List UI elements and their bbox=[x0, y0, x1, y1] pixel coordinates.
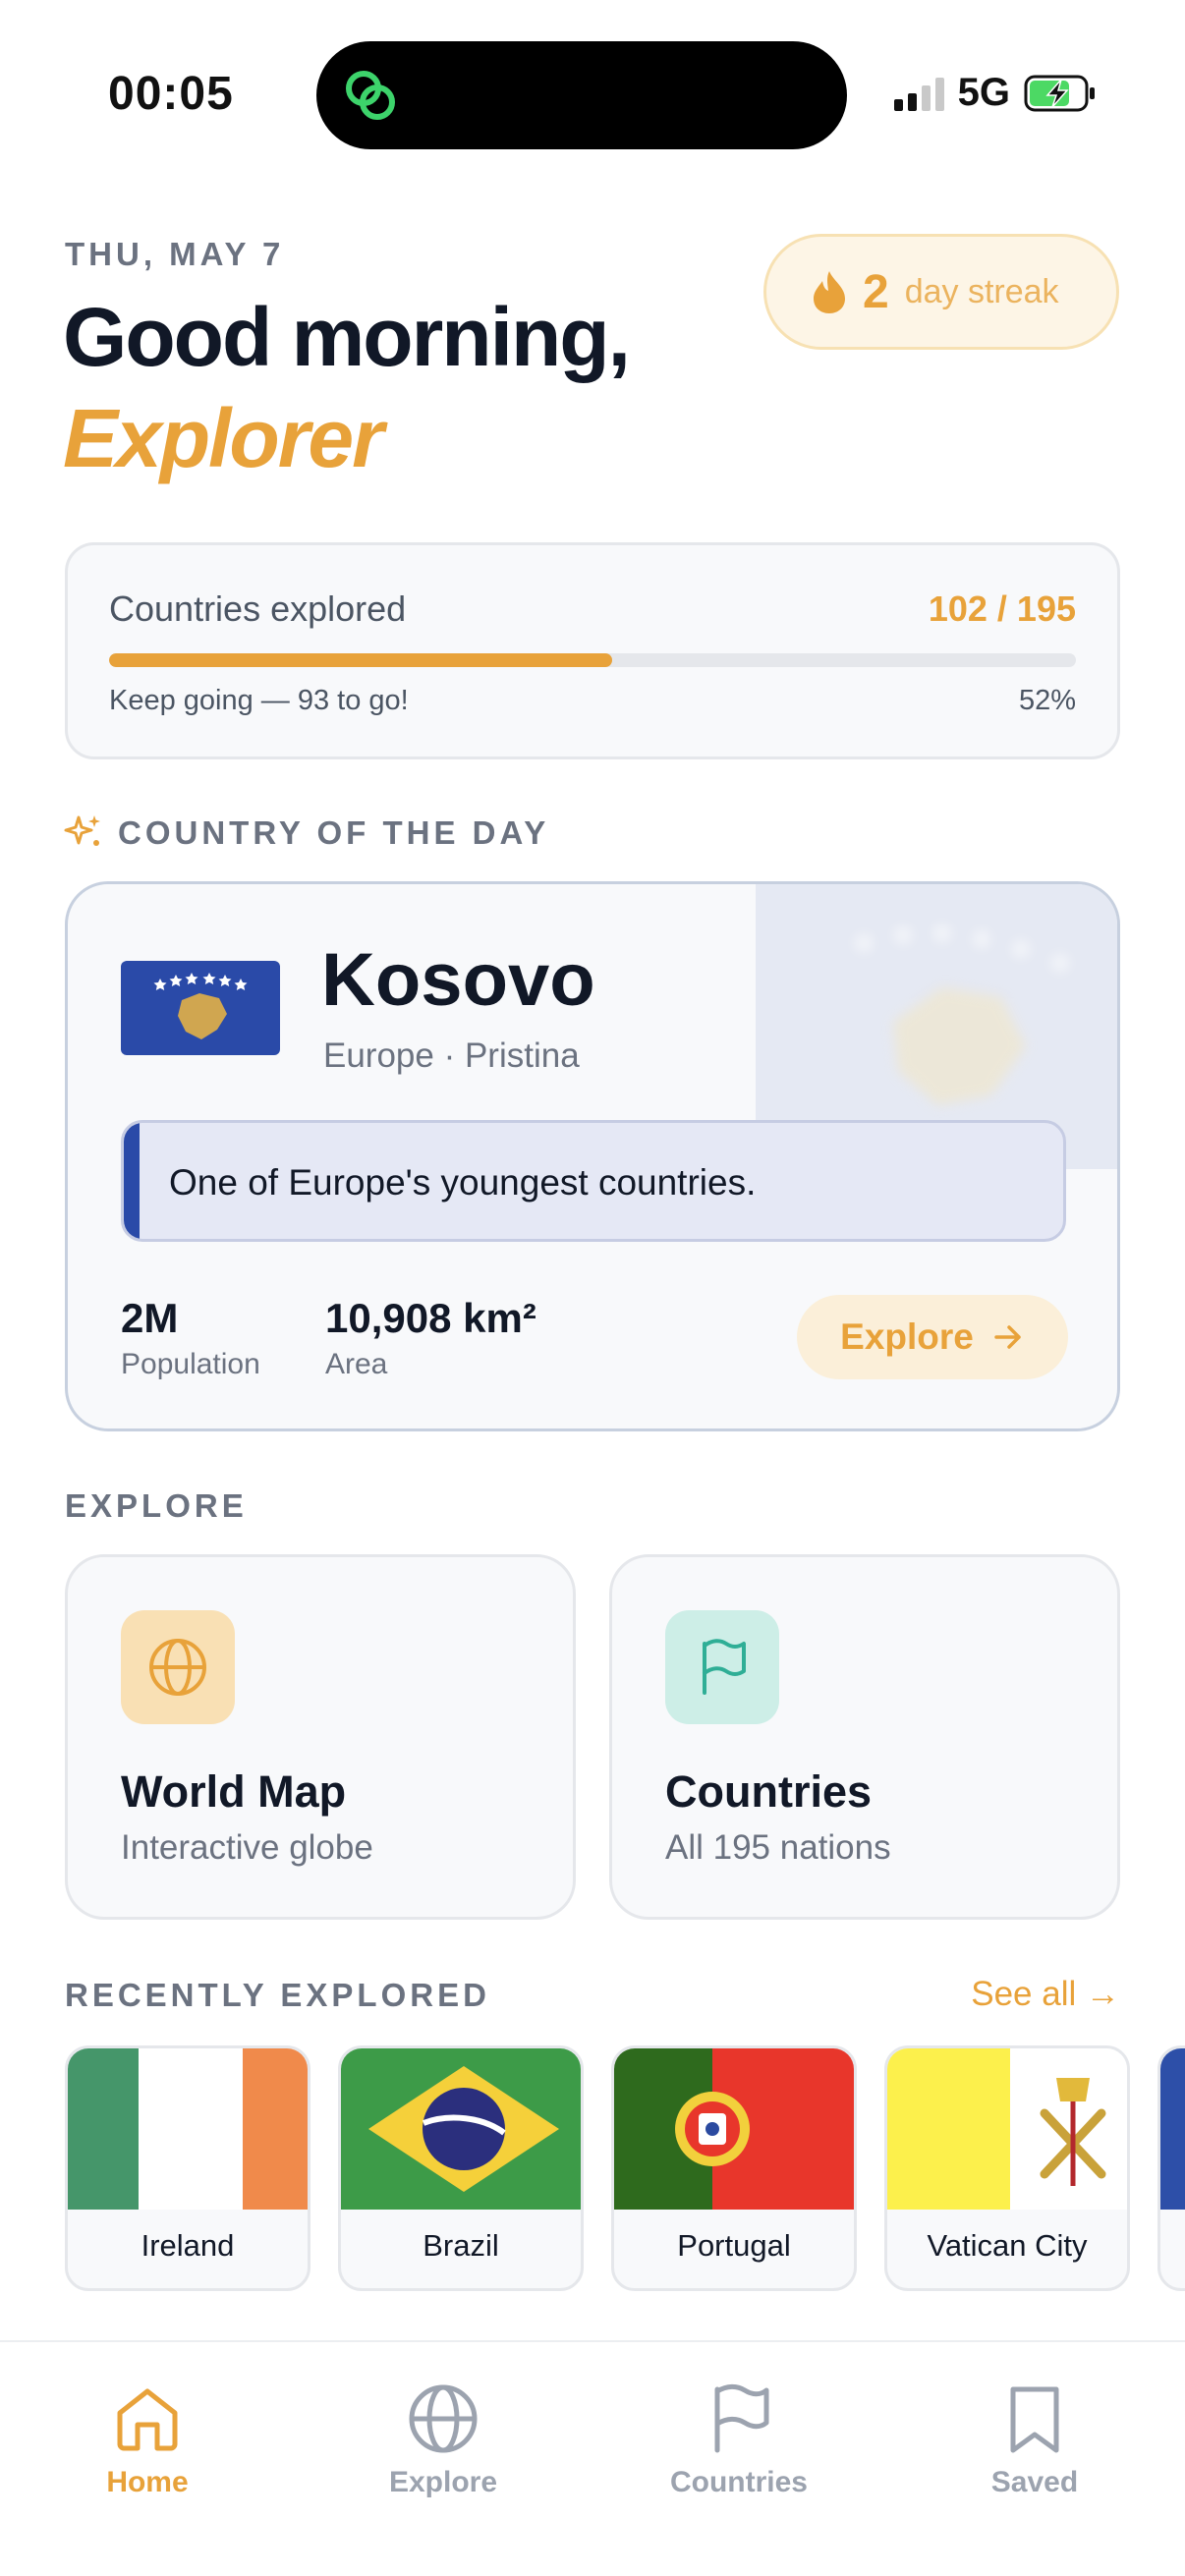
bookmark-icon bbox=[1010, 2386, 1059, 2453]
countries-tile-icon bbox=[665, 1610, 779, 1724]
progress-subtitle: Keep going — 93 to go! bbox=[109, 685, 409, 716]
recent-item-name: Portugal bbox=[677, 2228, 791, 2263]
country-name: Kosovo bbox=[321, 938, 595, 1022]
flag-icon bbox=[714, 2383, 769, 2453]
nav-explore[interactable]: Explore bbox=[315, 2381, 571, 2499]
kosovo-flag bbox=[121, 961, 280, 1055]
explore-button-label: Explore bbox=[840, 1316, 974, 1357]
ireland-flag bbox=[68, 2048, 308, 2210]
section-title-recent: RECENTLY EXPLORED bbox=[65, 1977, 490, 2013]
nav-label-home: Home bbox=[106, 2466, 189, 2498]
home-icon bbox=[117, 2388, 178, 2451]
partial-flag bbox=[1160, 2048, 1185, 2210]
world-map-tile[interactable]: World Map Interactive globe bbox=[65, 1554, 576, 1920]
world-map-subtitle: Interactive globe bbox=[121, 1828, 373, 1867]
recent-item-brazil[interactable]: Brazil bbox=[338, 2045, 584, 2291]
streak-badge[interactable]: 2 day streak bbox=[763, 234, 1119, 350]
link-icon bbox=[346, 71, 395, 120]
status-time: 00:05 bbox=[108, 68, 234, 120]
countries-title: Countries bbox=[665, 1766, 873, 1817]
population-label: Population bbox=[121, 1348, 260, 1380]
greeting: Good morning, bbox=[63, 291, 631, 383]
recent-item-partial[interactable] bbox=[1157, 2045, 1185, 2291]
nav-label-saved: Saved bbox=[990, 2466, 1079, 2498]
portugal-flag bbox=[614, 2048, 854, 2210]
progress-count: 102 / 195 bbox=[928, 588, 1076, 629]
streak-label: day streak bbox=[904, 272, 1059, 310]
progress-label: Countries explored bbox=[109, 588, 407, 629]
countries-subtitle: All 195 nations bbox=[665, 1828, 891, 1867]
country-region-capital: Europe · Pristina bbox=[323, 1036, 580, 1075]
status-bar: 00:05 5G bbox=[0, 0, 1185, 187]
see-all-link[interactable]: See all → bbox=[971, 1975, 1120, 2014]
world-map-title: World Map bbox=[121, 1766, 347, 1817]
arrow-right-icon bbox=[994, 1325, 1021, 1349]
globe-icon bbox=[409, 2384, 478, 2453]
nav-home[interactable]: Home bbox=[20, 2381, 275, 2499]
nav-countries[interactable]: Countries bbox=[611, 2381, 867, 2499]
bottom-nav: Home Explore Countries Saved bbox=[0, 2340, 1185, 2576]
brazil-flag bbox=[341, 2048, 581, 2210]
countries-tile[interactable]: Countries All 195 nations bbox=[609, 1554, 1120, 1920]
recent-item-name: Ireland bbox=[141, 2228, 235, 2263]
fact-text: One of Europe's youngest countries. bbox=[169, 1162, 757, 1203]
signal-icon bbox=[893, 76, 944, 111]
sparkle-icon bbox=[64, 815, 100, 846]
progress-bar bbox=[109, 653, 1076, 667]
user-name: Explorer bbox=[63, 392, 384, 484]
vatican-city-flag bbox=[887, 2048, 1127, 2210]
dynamic-island bbox=[316, 41, 847, 149]
recent-carousel[interactable]: Ireland Brazil Portugal Vatican City bbox=[65, 2045, 1185, 2291]
progress-card: Countries explored 102 / 195 Keep going … bbox=[65, 542, 1120, 759]
world-map-tile-icon bbox=[121, 1610, 235, 1724]
section-title-explore: EXPLORE bbox=[65, 1487, 248, 1524]
nav-label-countries: Countries bbox=[669, 2466, 808, 2498]
network-type: 5G bbox=[957, 71, 1010, 114]
area-value: 10,908 km² bbox=[325, 1295, 536, 1341]
nav-label-explore: Explore bbox=[388, 2466, 498, 2498]
fact-accent-bar bbox=[124, 1123, 140, 1239]
flame-icon bbox=[814, 271, 845, 313]
globe-icon bbox=[149, 1639, 206, 1696]
status-indicators: 5G bbox=[893, 71, 1097, 115]
country-of-day-card[interactable]: Kosovo Europe · Pristina One of Europe's… bbox=[65, 881, 1120, 1431]
fact-callout: One of Europe's youngest countries. bbox=[121, 1120, 1066, 1242]
streak-count: 2 bbox=[863, 265, 889, 318]
explore-button[interactable]: Explore bbox=[797, 1295, 1068, 1379]
recent-item-vatican-city[interactable]: Vatican City bbox=[884, 2045, 1130, 2291]
recent-item-portugal[interactable]: Portugal bbox=[611, 2045, 857, 2291]
progress-bar-fill bbox=[109, 653, 612, 667]
population-value: 2M bbox=[121, 1295, 179, 1341]
recent-item-ireland[interactable]: Ireland bbox=[65, 2045, 310, 2291]
flag-icon bbox=[703, 1639, 746, 1695]
recent-item-name: Vatican City bbox=[927, 2228, 1088, 2263]
nav-saved[interactable]: Saved bbox=[907, 2381, 1162, 2499]
date-label: THU, MAY 7 bbox=[65, 236, 285, 272]
progress-percent: 52% bbox=[1018, 685, 1076, 716]
recent-item-name: Brazil bbox=[423, 2228, 499, 2263]
area-label: Area bbox=[325, 1348, 388, 1380]
section-title-country-of-day: COUNTRY OF THE DAY bbox=[118, 814, 550, 851]
battery-charging-icon bbox=[1024, 75, 1095, 111]
